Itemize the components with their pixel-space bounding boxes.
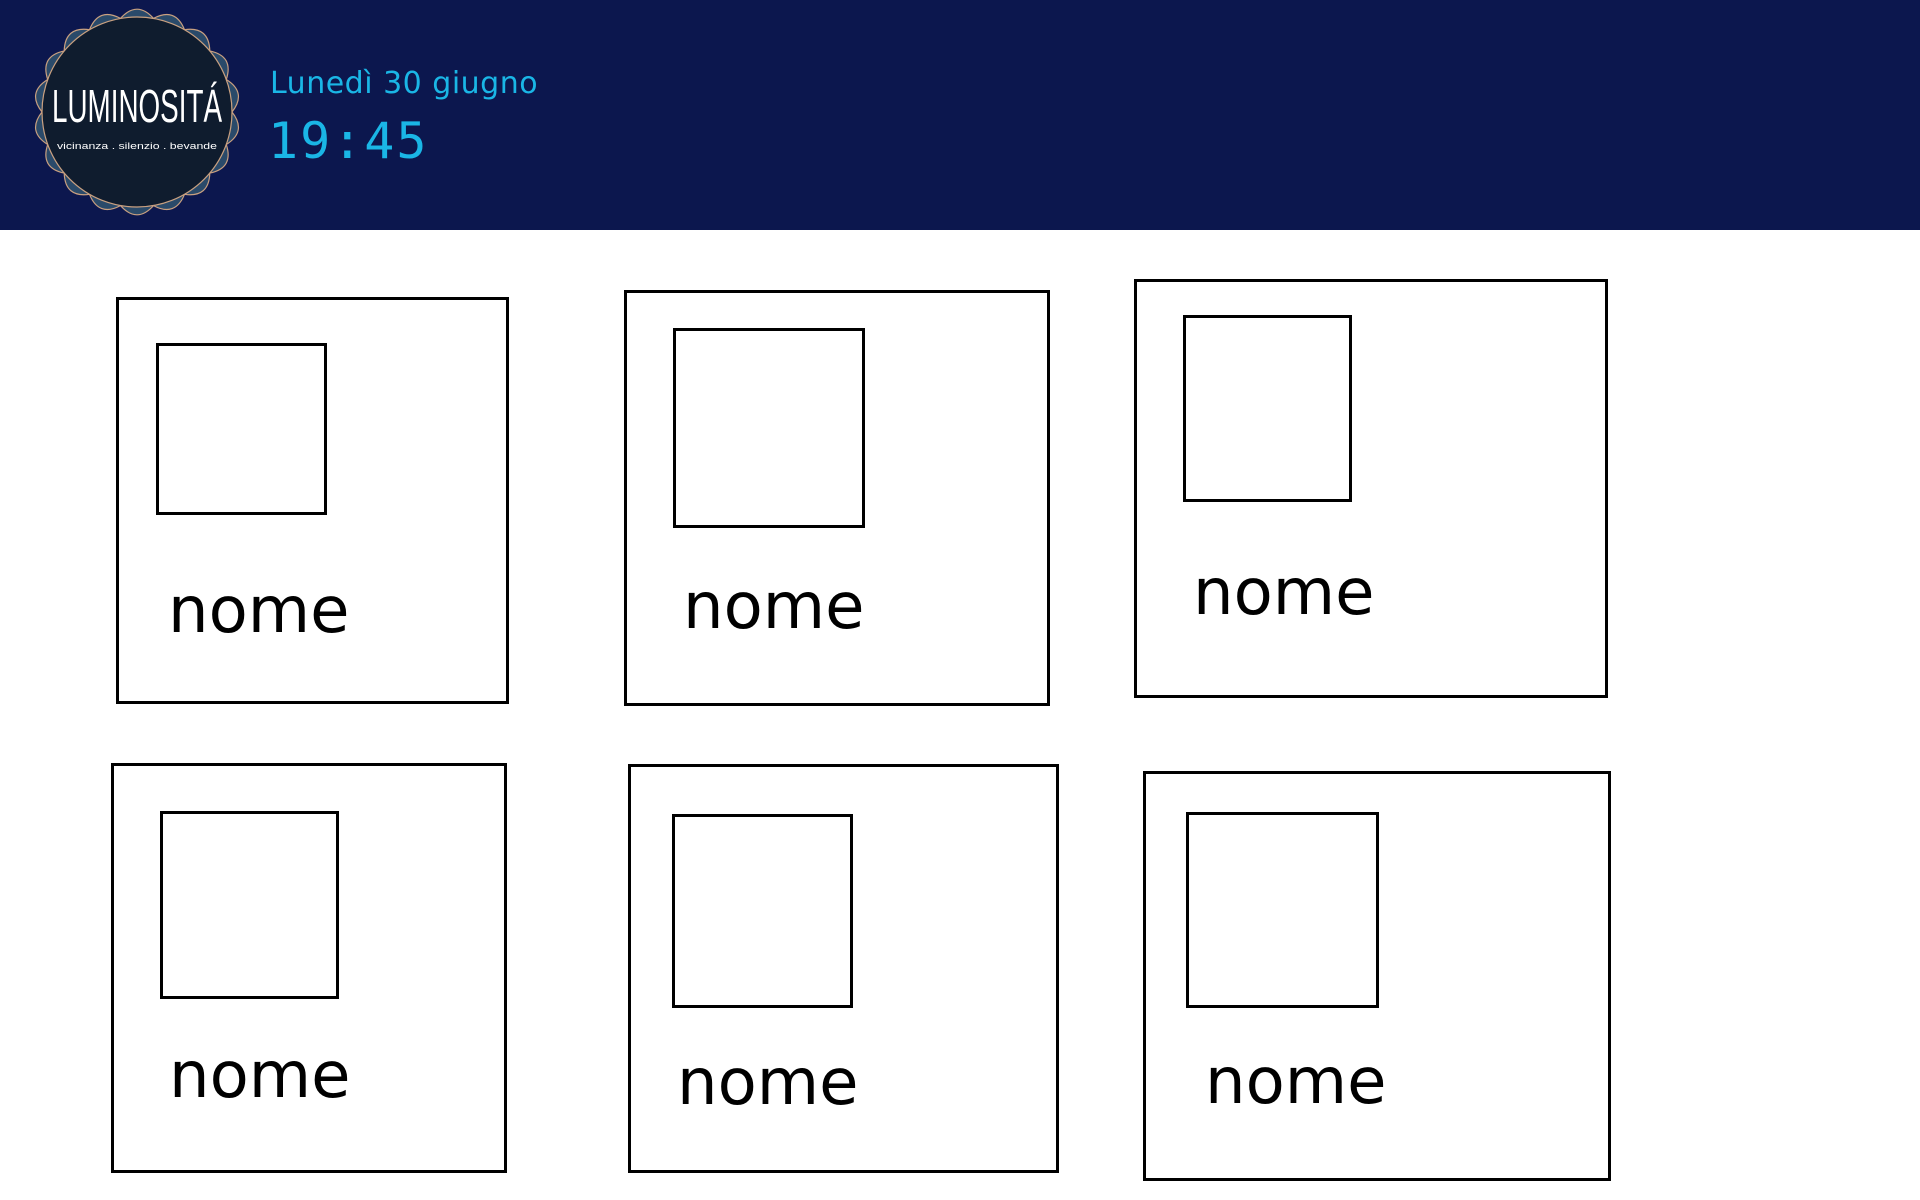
- photo-placeholder: [1183, 315, 1352, 502]
- card-name: nome: [1193, 556, 1375, 630]
- person-card[interactable]: nome: [628, 764, 1059, 1173]
- current-date: Lunedì 30 giugno: [270, 66, 539, 101]
- card-name: nome: [677, 1046, 859, 1120]
- card-name: nome: [683, 570, 865, 644]
- person-card[interactable]: nome: [1134, 279, 1608, 698]
- photo-placeholder: [672, 814, 853, 1008]
- person-card[interactable]: nome: [116, 297, 509, 704]
- card-name: nome: [1205, 1045, 1387, 1119]
- photo-placeholder: [156, 343, 327, 515]
- brand-name: LUMINOSITÁ: [52, 80, 222, 132]
- photo-placeholder: [1186, 812, 1379, 1008]
- sun-logo-icon: LUMINOSITÁ vicinanza . silenzio . bevand…: [35, 8, 239, 216]
- top-header: LUMINOSITÁ vicinanza . silenzio . bevand…: [0, 0, 1920, 230]
- brand-logo: LUMINOSITÁ vicinanza . silenzio . bevand…: [22, 0, 252, 230]
- card-name: nome: [169, 1039, 351, 1113]
- card-name: nome: [168, 574, 350, 648]
- person-card[interactable]: nome: [1143, 771, 1611, 1181]
- brand-tagline: vicinanza . silenzio . bevande: [57, 141, 217, 151]
- person-card[interactable]: nome: [624, 290, 1050, 706]
- person-card[interactable]: nome: [111, 763, 507, 1173]
- photo-placeholder: [673, 328, 865, 528]
- current-time: 19:45: [268, 112, 429, 170]
- photo-placeholder: [160, 811, 339, 999]
